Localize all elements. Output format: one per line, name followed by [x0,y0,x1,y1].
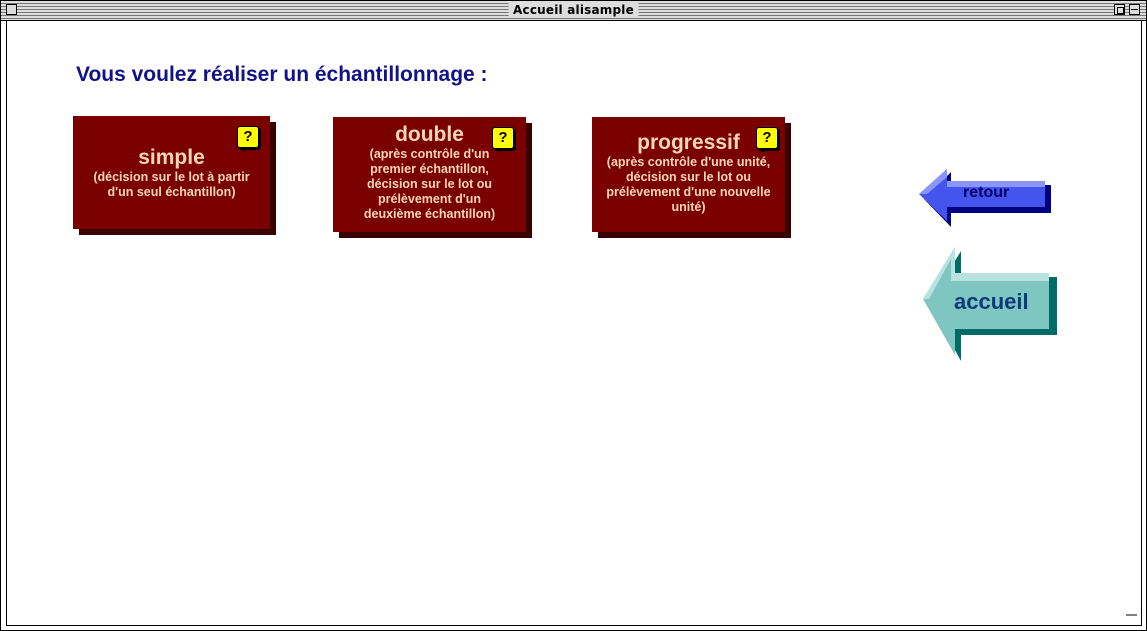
close-box-icon[interactable] [6,4,17,15]
accueil-button[interactable]: accueil [921,247,1059,363]
simple-sampling-button[interactable]: simple (décision sur le lot à partir d'u… [73,116,270,229]
window-title: Accueil alisample [508,3,639,18]
retour-button[interactable]: retour [917,169,1052,229]
app-window: Accueil alisample Vous voulez réaliser u… [0,0,1147,631]
collapse-box-icon[interactable] [1129,4,1140,15]
help-icon[interactable]: ? [492,127,514,153]
card-description: (décision sur le lot à partir d'un seul … [93,170,250,199]
help-icon[interactable]: ? [237,126,259,152]
help-icon[interactable]: ? [756,127,778,153]
zoom-box-icon[interactable] [1114,4,1125,15]
progressive-sampling-button[interactable]: progressif (après contrôle d'une unité, … [592,117,785,232]
content-area: Vous voulez réaliser un échantillonnage … [6,21,1142,626]
title-bar[interactable]: Accueil alisample [1,1,1146,21]
card-description: (après contrôle d'une unité, décision su… [606,155,771,214]
page-heading: Vous voulez réaliser un échantillonnage … [76,63,488,86]
accueil-label: accueil [954,289,1029,314]
retour-label: retour [963,184,1010,201]
resize-grip-icon[interactable] [1125,609,1138,622]
card-description: (après contrôle d'un premier échantillon… [363,147,496,221]
double-sampling-button[interactable]: double (après contrôle d'un premier écha… [333,117,526,232]
